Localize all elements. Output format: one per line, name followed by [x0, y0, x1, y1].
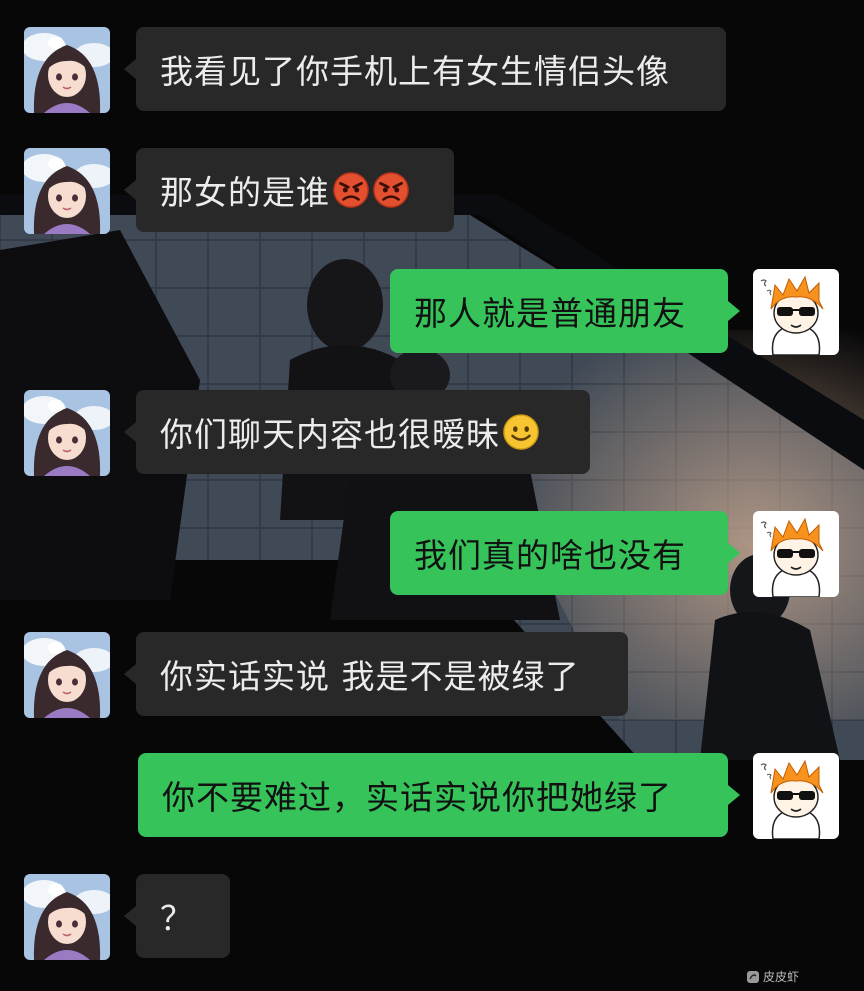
girl-avatar[interactable] — [24, 27, 110, 113]
message-text: 我们真的啥也没有 — [414, 536, 686, 575]
message-bubble[interactable]: 那女的是谁 — [136, 148, 454, 232]
shrimp-logo-icon — [747, 970, 759, 983]
bubble-tail — [124, 422, 136, 442]
watermark-text: 皮皮虾 — [763, 970, 800, 984]
angry-face-icon — [333, 172, 369, 208]
bubble-tail — [124, 180, 136, 200]
girl-avatar[interactable] — [24, 632, 110, 718]
girl-avatar[interactable] — [24, 390, 110, 476]
bubble-tail — [124, 59, 136, 79]
angry-face-icon — [373, 172, 409, 208]
bubble-tail — [124, 664, 136, 684]
message-text: 那女的是谁 — [160, 173, 330, 212]
smile-face-icon — [503, 414, 539, 450]
watermark: 皮皮虾 — [746, 968, 799, 985]
message-text: ？ — [160, 899, 194, 938]
message-text: 你们聊天内容也很暧昧 — [160, 415, 500, 454]
message-text: 那人就是普通朋友 — [414, 294, 686, 333]
message-bubble[interactable]: 你不要难过，实话实说你把她绿了 — [138, 753, 728, 837]
message-bubble[interactable]: 我们真的啥也没有 — [390, 511, 728, 595]
message-bubble[interactable]: 你实话实说 我是不是被绿了 — [136, 632, 628, 716]
message-text: 你不要难过，实话实说你把她绿了 — [162, 778, 672, 817]
boy-avatar[interactable] — [753, 511, 839, 597]
message-bubble[interactable]: ？ — [136, 874, 230, 958]
girl-avatar[interactable] — [24, 148, 110, 234]
boy-avatar[interactable] — [753, 269, 839, 355]
bubble-tail — [124, 906, 136, 926]
bubble-tail — [728, 301, 740, 321]
bubble-tail — [728, 543, 740, 563]
girl-avatar[interactable] — [24, 874, 110, 960]
bubble-tail — [728, 785, 740, 805]
boy-avatar[interactable] — [753, 753, 839, 839]
message-bubble[interactable]: 我看见了你手机上有女生情侣头像 — [136, 27, 726, 111]
message-bubble[interactable]: 你们聊天内容也很暧昧 — [136, 390, 590, 474]
message-bubble[interactable]: 那人就是普通朋友 — [390, 269, 728, 353]
message-text: 我看见了你手机上有女生情侣头像 — [160, 52, 670, 91]
message-text: 你实话实说 我是不是被绿了 — [160, 657, 580, 696]
